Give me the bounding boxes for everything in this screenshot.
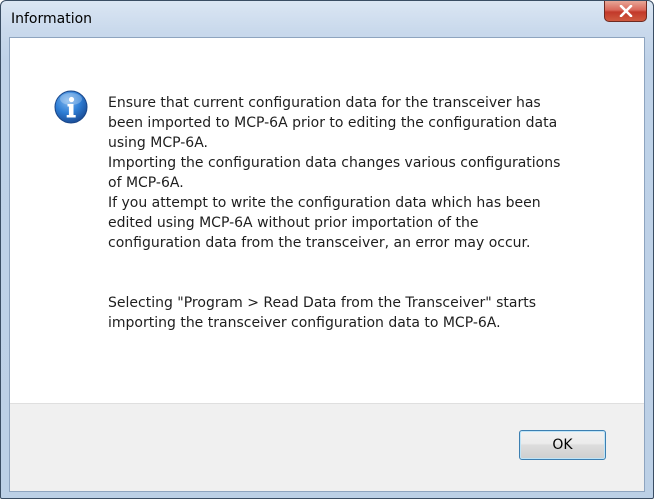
message-line: Selecting "Program > Read Data from the … (108, 295, 537, 311)
dialog-content: Ensure that current configuration data f… (9, 37, 645, 492)
message-text: Ensure that current configuration data f… (108, 93, 628, 333)
message-line: importing the transceiver configuration … (108, 315, 501, 331)
close-button[interactable] (604, 1, 647, 22)
message-line: of MCP-6A. (108, 175, 184, 191)
button-bar: OK (10, 403, 644, 491)
information-icon (54, 90, 88, 124)
message-line: been imported to MCP-6A prior to editing… (108, 115, 558, 131)
message-line: Importing the configuration data changes… (108, 155, 561, 171)
ok-button[interactable]: OK (519, 430, 606, 460)
title-bar[interactable]: Information (1, 1, 653, 37)
message-line: Ensure that current configuration data f… (108, 95, 541, 111)
close-icon (619, 5, 632, 17)
message-line: configuration data from the transceiver,… (108, 235, 531, 251)
dialog-window: Information Ensure that current configur… (0, 0, 654, 499)
message-line: using MCP-6A. (108, 135, 208, 151)
message-line: If you attempt to write the configuratio… (108, 195, 541, 211)
message-line: edited using MCP-6A without prior import… (108, 215, 479, 231)
window-title: Information (11, 11, 93, 27)
